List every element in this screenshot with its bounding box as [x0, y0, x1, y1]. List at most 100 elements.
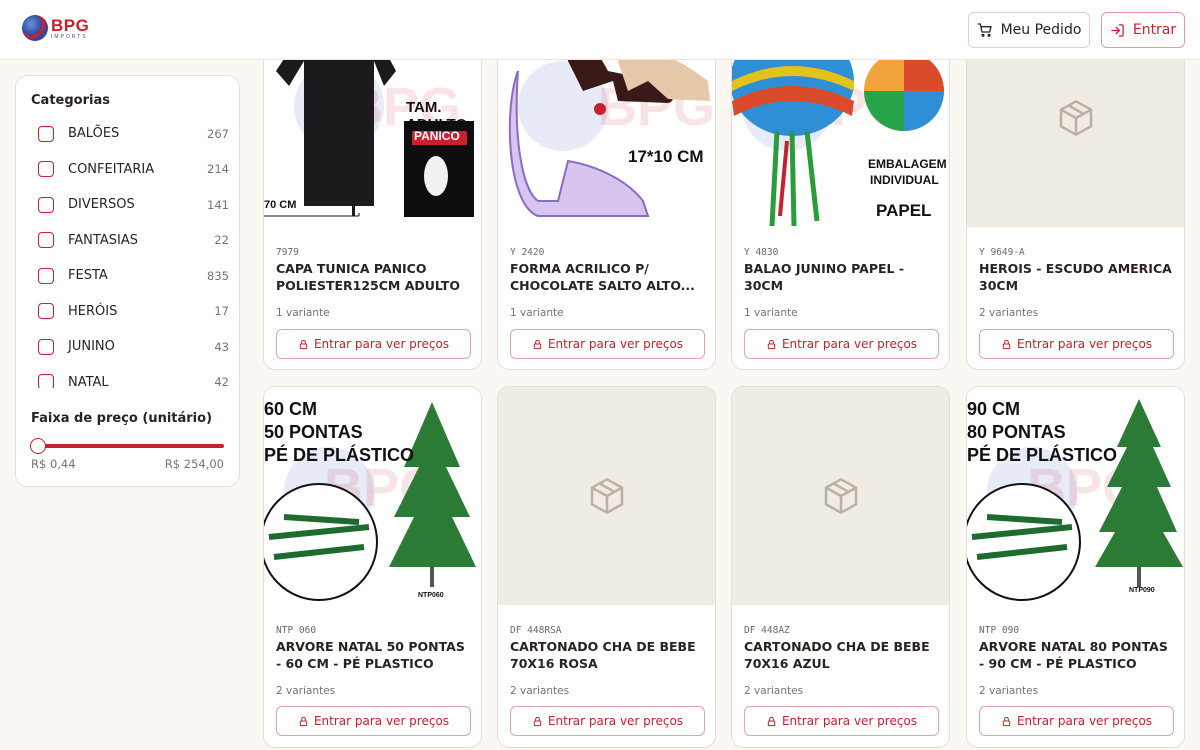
login-to-see-prices-button[interactable]: Entrar para ver preços — [276, 329, 471, 359]
lock-icon — [533, 339, 542, 349]
category-checkbox[interactable] — [38, 161, 54, 178]
categories-title: Categorias — [31, 93, 110, 108]
category-item-diversos[interactable]: DIVERSOS 141 — [31, 187, 231, 223]
login-label: Entrar — [1132, 22, 1177, 38]
category-count: 22 — [214, 233, 229, 248]
lock-icon — [299, 716, 308, 726]
category-checkbox[interactable] — [38, 196, 54, 213]
product-card[interactable]: DF 448AZ CARTONADO CHA DE BEBE 70X16 AZU… — [731, 386, 950, 748]
category-checkbox[interactable] — [38, 125, 54, 142]
product-name[interactable]: HEROIS - ESCUDO AMERICA 30CM — [979, 260, 1177, 294]
login-to-see-prices-button[interactable]: Entrar para ver preços — [979, 706, 1174, 736]
product-code: DF 448RSA — [510, 625, 562, 636]
product-name[interactable]: ARVORE NATAL 80 PONTAS - 90 CM - PÉ PLAS… — [979, 638, 1177, 672]
product-variants: 1 variante — [744, 307, 798, 319]
category-checkbox[interactable] — [38, 232, 54, 249]
login-to-see-prices-button[interactable]: Entrar para ver preços — [510, 329, 705, 359]
product-image[interactable]: BPG 90 CM 80 PONTAS PÉ DE PLÁSTICO NTP09… — [967, 387, 1184, 605]
image-label: TAM. ADULTO — [406, 99, 468, 133]
login-to-see-prices-button[interactable]: Entrar para ver preços — [979, 329, 1174, 359]
logo-name: BPG — [51, 15, 90, 35]
price-range-title: Faixa de preço (unitário) — [31, 411, 213, 426]
category-label: BALÕES — [68, 126, 120, 142]
category-count: 214 — [207, 162, 229, 177]
category-item-festa[interactable]: FESTA 835 — [31, 258, 231, 294]
category-item-confeitaria[interactable]: CONFEITARIA 214 — [31, 152, 231, 188]
product-code: NTP 060 — [276, 625, 317, 636]
product-name[interactable]: BALAO JUNINO PAPEL - 30CM — [744, 260, 942, 294]
product-variants: 2 variantes — [510, 685, 570, 697]
category-count: 267 — [207, 126, 229, 141]
login-to-see-prices-button[interactable]: Entrar para ver preços — [510, 706, 705, 736]
login-to-see-prices-button[interactable]: Entrar para ver preços — [276, 706, 471, 736]
image-label: EMBALAGEM — [868, 157, 947, 171]
product-name[interactable]: ARVORE NATAL 50 PONTAS - 60 CM - PÉ PLAS… — [276, 638, 474, 672]
button-label: Entrar para ver preços — [547, 337, 684, 351]
login-button[interactable]: Entrar — [1101, 12, 1185, 48]
my-order-button[interactable]: Meu Pedido — [968, 12, 1090, 48]
category-item-junino[interactable]: JUNINO 43 — [31, 329, 231, 365]
product-code: NTP 090 — [979, 625, 1020, 636]
top-header: BPG IMPORTS Meu Pedido Entrar — [0, 0, 1200, 60]
image-label: 70 CM — [264, 199, 297, 211]
product-variants: 1 variante — [510, 307, 564, 319]
my-order-label: Meu Pedido — [1000, 22, 1082, 38]
product-image-placeholder[interactable] — [498, 387, 715, 605]
login-icon — [1111, 23, 1124, 37]
price-max-value: R$ 254,00 — [164, 457, 224, 471]
login-to-see-prices-button[interactable]: Entrar para ver preços — [744, 329, 939, 359]
button-label: Entrar para ver preços — [313, 337, 450, 351]
product-card[interactable]: BPG 90 CM 80 PONTAS PÉ DE PLÁSTICO NTP09… — [966, 386, 1185, 748]
product-card[interactable]: BPG 60 CM 50 PONTAS PÉ DE PLÁSTICO NTP06… — [263, 386, 482, 748]
price-slider-track[interactable] — [38, 444, 224, 448]
category-count: 42 — [214, 375, 229, 388]
image-label: 60 CM — [264, 399, 318, 419]
product-variants: 2 variantes — [744, 685, 804, 697]
login-to-see-prices-button[interactable]: Entrar para ver preços — [744, 706, 939, 736]
product-name[interactable]: CARTONADO CHA DE BEBE 70X16 ROSA — [510, 638, 708, 672]
category-checkbox[interactable] — [38, 303, 54, 320]
product-code: 7979 — [276, 247, 299, 258]
lock-icon — [1002, 716, 1011, 726]
category-item-herois[interactable]: HERÓIS 17 — [31, 294, 231, 330]
category-label: FESTA — [68, 268, 108, 284]
product-image-placeholder[interactable] — [732, 387, 949, 605]
product-variants: 2 variantes — [979, 685, 1039, 697]
category-label: DIVERSOS — [68, 197, 135, 213]
button-label: Entrar para ver preços — [1016, 337, 1153, 351]
image-label: 80 PONTAS — [967, 422, 1066, 442]
category-count: 43 — [214, 339, 229, 354]
price-slider-min-handle[interactable] — [30, 438, 46, 454]
product-name[interactable]: CAPA TUNICA PANICO POLIESTER125CM ADULTO — [276, 260, 474, 294]
price-min-value: R$ 0,44 — [31, 457, 76, 471]
image-label: PANICO — [414, 129, 460, 143]
package-icon — [824, 478, 857, 514]
category-checkbox[interactable] — [38, 267, 54, 284]
product-image[interactable]: BPG 60 CM 50 PONTAS PÉ DE PLÁSTICO NTP06… — [264, 387, 481, 605]
button-label: Entrar para ver preços — [1016, 714, 1153, 728]
category-count: 835 — [207, 268, 229, 283]
category-item-natal[interactable]: NATAL 42 — [31, 365, 231, 388]
category-item-baloes[interactable]: BALÕES 267 — [31, 116, 231, 152]
product-variants: 2 variantes — [979, 307, 1039, 319]
product-card[interactable]: DF 448RSA CARTONADO CHA DE BEBE 70X16 RO… — [497, 386, 716, 748]
category-checkbox[interactable] — [38, 338, 54, 355]
image-label: 17*10 CM — [628, 147, 704, 166]
logo-subtitle: IMPORTS — [51, 33, 88, 40]
button-label: Entrar para ver preços — [547, 714, 684, 728]
category-list[interactable]: BALÕES 267 CONFEITARIA 214 DIVERSOS 141 … — [31, 116, 231, 388]
image-label: INDIVIDUAL — [870, 173, 939, 187]
category-label: NATAL — [68, 374, 109, 388]
product-name[interactable]: CARTONADO CHA DE BEBE 70X16 AZUL — [744, 638, 942, 672]
image-label: 50 PONTAS — [264, 422, 363, 442]
image-label: 90 CM — [967, 399, 1021, 419]
brand-logo[interactable]: BPG IMPORTS — [22, 15, 89, 41]
product-variants: 2 variantes — [276, 685, 336, 697]
category-checkbox[interactable] — [38, 374, 54, 388]
image-label: NTP060 — [418, 592, 444, 599]
category-item-fantasias[interactable]: FANTASIAS 22 — [31, 223, 231, 259]
image-label: PÉ DE PLÁSTICO — [967, 445, 1118, 465]
product-name[interactable]: FORMA ACRILICO P/ CHOCOLATE SALTO ALTO..… — [510, 260, 708, 294]
button-label: Entrar para ver preços — [781, 337, 918, 351]
lock-icon — [767, 339, 776, 349]
